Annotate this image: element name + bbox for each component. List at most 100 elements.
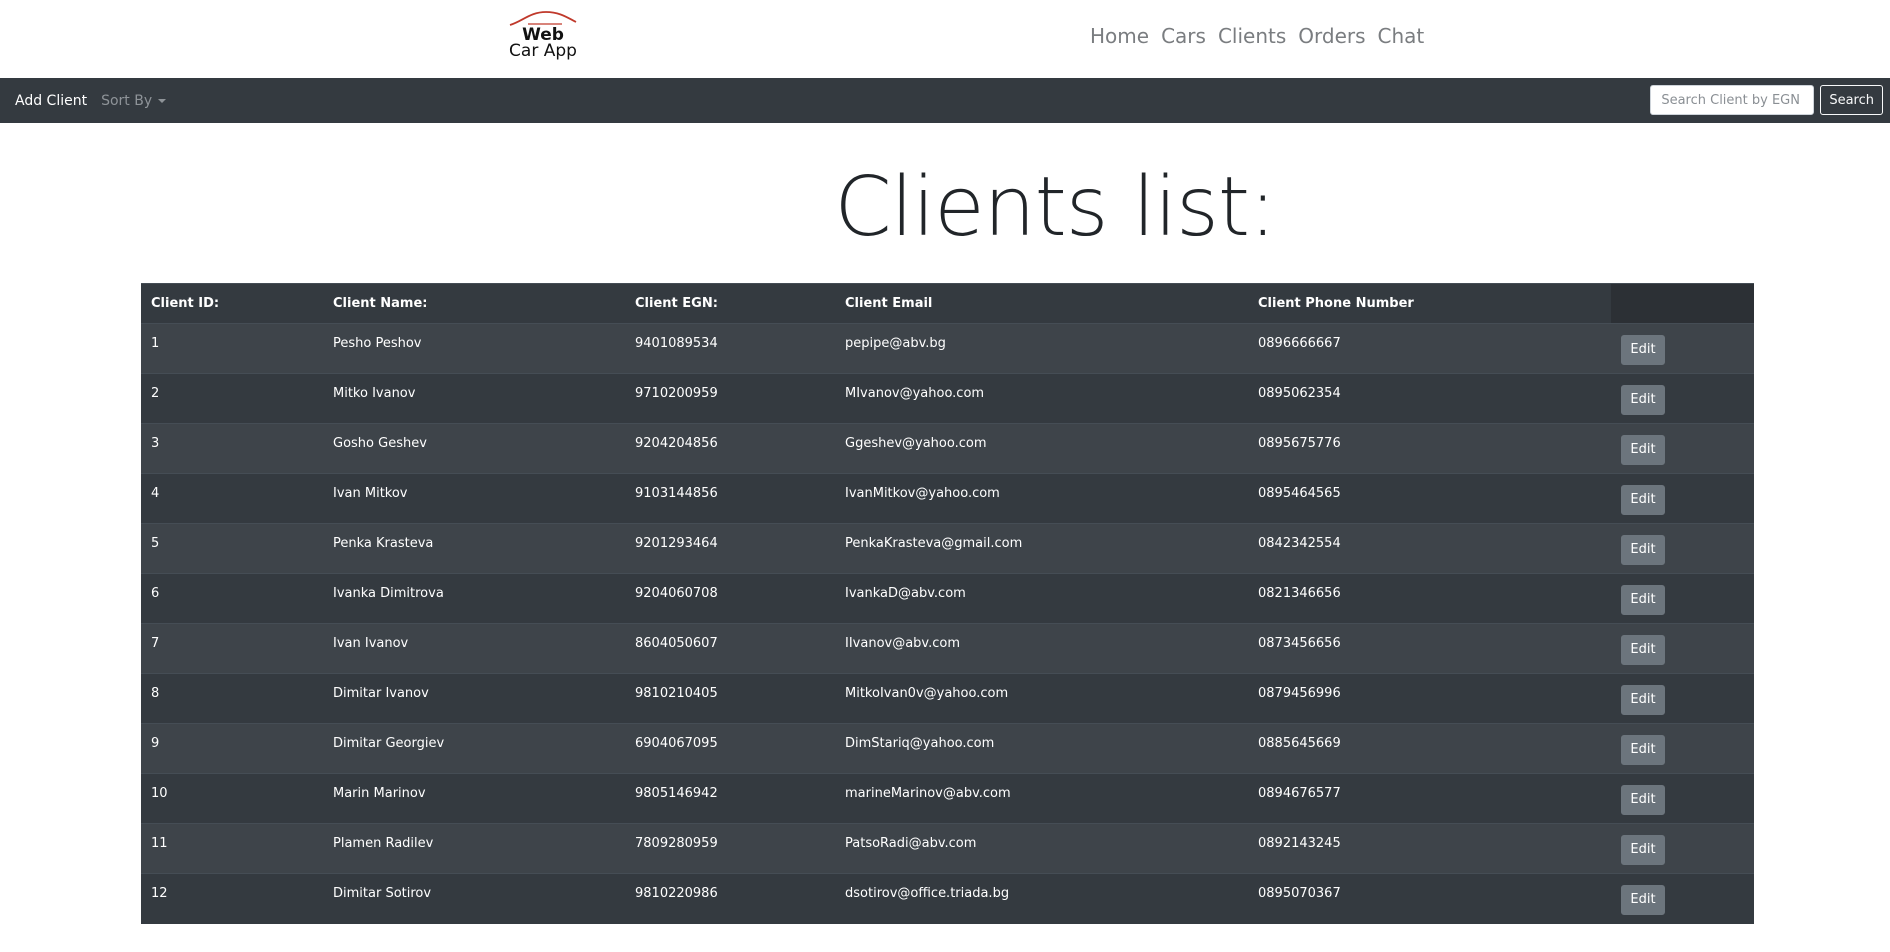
caret-down-icon: [158, 98, 167, 103]
cell-client-id: 4: [141, 473, 323, 524]
header-client-name: Client Name:: [323, 283, 625, 324]
cell-actions: Edit: [1611, 673, 1754, 724]
cell-client-phone: 0821346656: [1248, 573, 1611, 624]
cell-client-email: PatsoRadi@abv.com: [835, 823, 1248, 874]
table-row: 3 Gosho Geshev 9204204856 Ggeshev@yahoo.com…: [141, 423, 1754, 474]
edit-button[interactable]: Edit: [1621, 335, 1665, 365]
header-client-phone: Client Phone Number: [1248, 283, 1611, 324]
cell-client-email: IvankaD@abv.com: [835, 573, 1248, 624]
cell-client-id: 3: [141, 423, 323, 474]
top-navbar: Web Car App Home Cars Clients Orders Cha…: [0, 0, 1890, 78]
cell-client-id: 6: [141, 573, 323, 624]
edit-button[interactable]: Edit: [1621, 835, 1665, 865]
header-client-email: Client Email: [835, 283, 1248, 324]
table-row: 9 Dimitar Georgiev 6904067095 DimStariq@yah…: [141, 723, 1754, 774]
sort-by-label: Sort By: [101, 92, 153, 109]
edit-button[interactable]: Edit: [1621, 535, 1665, 565]
edit-button[interactable]: Edit: [1621, 585, 1665, 615]
add-client-link[interactable]: Add Client: [15, 93, 87, 109]
cell-client-name: Pesho Peshov: [323, 323, 625, 374]
cell-client-phone: 0895464565: [1248, 473, 1611, 524]
table-row: 1 Pesho Peshov 9401089534 pepipe@abv.bg 0896…: [141, 323, 1754, 374]
cell-client-egn: 8604050607: [625, 623, 835, 674]
cell-actions: Edit: [1611, 873, 1754, 924]
cell-client-id: 1: [141, 323, 323, 374]
cell-client-email: MitkoIvan0v@yahoo.com: [835, 673, 1248, 724]
cell-client-name: Dimitar Sotirov: [323, 873, 625, 924]
cell-client-phone: 0894676577: [1248, 773, 1611, 824]
cell-client-id: 12: [141, 873, 323, 924]
nav-clients[interactable]: Clients: [1218, 22, 1286, 50]
table-row: 6 Ivanka Dimitrova 9204060708 IvankaD@abv.c…: [141, 573, 1754, 624]
cell-client-id: 8: [141, 673, 323, 724]
cell-client-email: pepipe@abv.bg: [835, 323, 1248, 374]
table-row: 2 Mitko Ivanov 9710200959 MIvanov@yahoo.com…: [141, 373, 1754, 424]
cell-client-egn: 6904067095: [625, 723, 835, 774]
nav-cars[interactable]: Cars: [1161, 22, 1206, 50]
cell-client-name: Dimitar Georgiev: [323, 723, 625, 774]
edit-button[interactable]: Edit: [1621, 385, 1665, 415]
cell-client-name: Ivan Ivanov: [323, 623, 625, 674]
cell-client-id: 7: [141, 623, 323, 674]
cell-client-phone: 0892143245: [1248, 823, 1611, 874]
cell-client-egn: 9103144856: [625, 473, 835, 524]
search-button[interactable]: Search: [1820, 85, 1883, 115]
cell-client-name: Ivan Mitkov: [323, 473, 625, 524]
cell-client-egn: 9810220986: [625, 873, 835, 924]
search-egn-input[interactable]: [1650, 85, 1815, 115]
table-row: 8 Dimitar Ivanov 9810210405 MitkoIvan0v@yah…: [141, 673, 1754, 724]
cell-actions: Edit: [1611, 723, 1754, 774]
table-row: 4 Ivan Mitkov 9103144856 IvanMitkov@yahoo.c…: [141, 473, 1754, 524]
edit-button[interactable]: Edit: [1621, 785, 1665, 815]
cell-client-id: 10: [141, 773, 323, 824]
cell-client-email: DimStariq@yahoo.com: [835, 723, 1248, 774]
clients-table: Client ID: Client Name: Client EGN: Clie…: [141, 283, 1754, 924]
cell-client-email: PenkaKrasteva@gmail.com: [835, 523, 1248, 574]
clients-toolbar: Add Client Sort By Search: [0, 78, 1890, 123]
edit-button[interactable]: Edit: [1621, 735, 1665, 765]
cell-client-name: Dimitar Ivanov: [323, 673, 625, 724]
edit-button[interactable]: Edit: [1621, 635, 1665, 665]
cell-client-egn: 9810210405: [625, 673, 835, 724]
edit-button[interactable]: Edit: [1621, 685, 1665, 715]
cell-client-phone: 0896666667: [1248, 323, 1611, 374]
cell-client-email: MIvanov@yahoo.com: [835, 373, 1248, 424]
sort-by-dropdown[interactable]: Sort By: [101, 92, 167, 109]
table-row: 10 Marin Marinov 9805146942 marineMarinov@a…: [141, 773, 1754, 824]
cell-client-name: Marin Marinov: [323, 773, 625, 824]
cell-client-email: IIvanov@abv.com: [835, 623, 1248, 674]
edit-button[interactable]: Edit: [1621, 435, 1665, 465]
table-row: 5 Penka Krasteva 9201293464 PenkaKrasteva@g…: [141, 523, 1754, 574]
edit-button[interactable]: Edit: [1621, 485, 1665, 515]
nav-home[interactable]: Home: [1090, 22, 1149, 50]
cell-actions: Edit: [1611, 373, 1754, 424]
cell-client-email: dsotirov@office.triada.bg: [835, 873, 1248, 924]
cell-actions: Edit: [1611, 823, 1754, 874]
cell-actions: Edit: [1611, 773, 1754, 824]
cell-client-egn: 9401089534: [625, 323, 835, 374]
cell-actions: Edit: [1611, 423, 1754, 474]
nav-orders[interactable]: Orders: [1298, 22, 1365, 50]
main-nav: Home Cars Clients Orders Chat: [1090, 22, 1424, 50]
clients-table-container: Client ID: Client Name: Client EGN: Clie…: [141, 283, 1754, 952]
cell-client-name: Ivanka Dimitrova: [323, 573, 625, 624]
cell-client-name: Plamen Radilev: [323, 823, 625, 874]
header-client-id: Client ID:: [141, 283, 323, 324]
table-header-row: Client ID: Client Name: Client EGN: Clie…: [141, 283, 1754, 324]
cell-client-id: 9: [141, 723, 323, 774]
cell-client-name: Gosho Geshev: [323, 423, 625, 474]
brand-logo[interactable]: Web Car App: [505, 10, 581, 60]
cell-client-email: IvanMitkov@yahoo.com: [835, 473, 1248, 524]
table-row: 11 Plamen Radilev 7809280959 PatsoRadi@abv.…: [141, 823, 1754, 874]
cell-actions: Edit: [1611, 473, 1754, 524]
cell-client-phone: 0895675776: [1248, 423, 1611, 474]
cell-client-phone: 0842342554: [1248, 523, 1611, 574]
cell-client-email: marineMarinov@abv.com: [835, 773, 1248, 824]
cell-client-egn: 9710200959: [625, 373, 835, 424]
cell-client-egn: 9204060708: [625, 573, 835, 624]
cell-client-egn: 7809280959: [625, 823, 835, 874]
nav-chat[interactable]: Chat: [1378, 22, 1425, 50]
edit-button[interactable]: Edit: [1621, 885, 1665, 915]
cell-client-phone: 0879456996: [1248, 673, 1611, 724]
cell-client-id: 5: [141, 523, 323, 574]
